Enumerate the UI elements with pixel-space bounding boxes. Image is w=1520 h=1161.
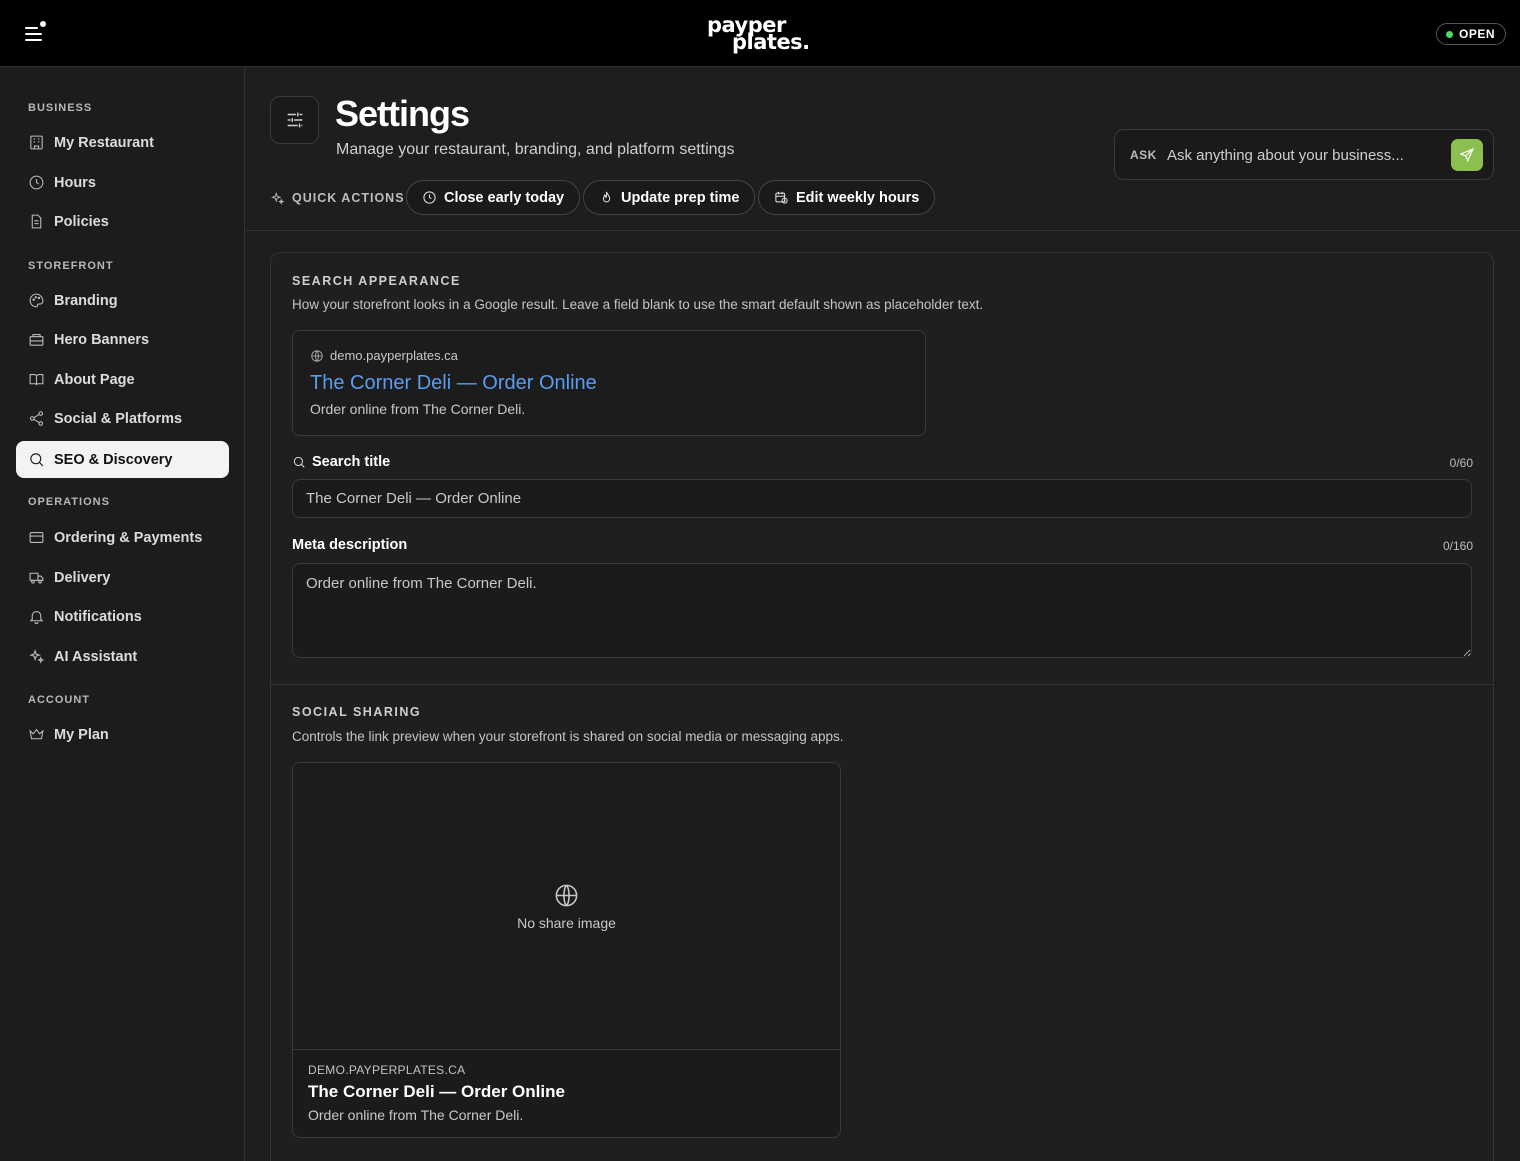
section-divider	[271, 684, 1493, 685]
update-prep-time-button[interactable]: Update prep time	[583, 180, 756, 215]
crown-icon	[29, 728, 44, 740]
share-icon	[29, 411, 44, 426]
sidebar-section-storefront: STOREFRONT	[28, 260, 114, 272]
bell-icon	[29, 611, 44, 625]
sidebar-item-hours[interactable]: Hours	[16, 164, 229, 201]
sparkles-icon	[271, 191, 285, 205]
truck-icon	[29, 572, 44, 584]
calendar-clock-icon	[775, 191, 788, 204]
send-button[interactable]	[1451, 139, 1483, 171]
ask-label: ASK	[1130, 148, 1157, 162]
header-divider	[246, 230, 1520, 231]
menu-icon[interactable]	[20, 18, 50, 48]
no-share-image-text: No share image	[517, 914, 616, 931]
building-icon	[30, 135, 43, 150]
sidebar-item-policies[interactable]: Policies	[16, 203, 229, 240]
clock-icon	[29, 175, 44, 190]
sidebar-section-account: ACCOUNT	[28, 694, 90, 706]
globe-icon	[555, 884, 578, 906]
sidebar-item-delivery[interactable]: Delivery	[16, 559, 229, 596]
search-icon	[293, 456, 305, 468]
social-sharing-description: Controls the link preview when your stor…	[292, 729, 844, 744]
sidebar-section-business: BUSINESS	[28, 102, 93, 114]
credit-card-icon	[29, 532, 44, 543]
sidebar-section-operations: OPERATIONS	[28, 496, 110, 508]
share-image-placeholder[interactable]: No share image	[293, 763, 840, 1050]
clock-icon	[423, 191, 436, 204]
status-label: OPEN	[1458, 27, 1495, 41]
top-bar: payper plates. OPEN	[0, 0, 1520, 67]
ask-input[interactable]	[1167, 140, 1445, 170]
sidebar-item-about-page[interactable]: About Page	[16, 361, 229, 398]
settings-sliders-icon	[270, 96, 319, 144]
palette-icon	[29, 293, 44, 308]
main-content: Settings Manage your restaurant, brandin…	[246, 68, 1520, 1161]
quick-actions-label: QUICK ACTIONS	[270, 188, 405, 208]
meta-description-counter: 0/160	[1442, 539, 1473, 553]
sparkles-icon	[29, 649, 45, 664]
seo-settings-card: SEARCH APPEARANCE How your storefront lo…	[270, 252, 1494, 1161]
sidebar-item-social-platforms[interactable]: Social & Platforms	[16, 400, 229, 437]
google-result-preview: demo.payperplates.ca The Corner Deli — O…	[292, 330, 926, 436]
status-dot-icon	[1445, 31, 1453, 38]
preview-title-link[interactable]: The Corner Deli — Order Online	[310, 372, 597, 395]
ask-assistant-box: ASK	[1114, 129, 1494, 180]
sidebar-item-seo-discovery[interactable]: SEO & Discovery	[16, 441, 229, 478]
sidebar-item-my-restaurant[interactable]: My Restaurant	[16, 124, 229, 161]
social-share-preview: No share image DEMO.PAYPERPLATES.CA The …	[292, 762, 841, 1138]
globe-icon	[311, 349, 323, 362]
share-domain: DEMO.PAYPERPLATES.CA	[308, 1063, 466, 1077]
search-title-counter: 0/60	[1449, 456, 1473, 470]
banner-icon	[29, 334, 44, 346]
page-subtitle: Manage your restaurant, branding, and pl…	[336, 141, 735, 158]
document-icon	[31, 214, 42, 229]
open-status-badge[interactable]: OPEN	[1435, 23, 1506, 45]
preview-description: Order online from The Corner Deli.	[310, 401, 526, 417]
logo[interactable]: payper plates.	[700, 13, 820, 57]
preview-url: demo.payperplates.ca	[310, 348, 458, 363]
send-icon	[1459, 147, 1475, 163]
page-title: Settings	[335, 93, 470, 134]
sidebar: BUSINESS My Restaurant Hours Policies ST…	[0, 68, 245, 1161]
sidebar-item-ordering-payments[interactable]: Ordering & Payments	[16, 519, 229, 556]
meta-description-label: Meta description	[292, 537, 408, 553]
search-title-input[interactable]	[292, 479, 1472, 518]
share-description: Order online from The Corner Deli.	[308, 1107, 524, 1123]
search-icon	[30, 453, 44, 467]
sidebar-item-hero-banners[interactable]: Hero Banners	[16, 321, 229, 358]
edit-weekly-hours-button[interactable]: Edit weekly hours	[758, 180, 936, 215]
close-early-today-button[interactable]: Close early today	[406, 180, 581, 215]
search-appearance-title: SEARCH APPEARANCE	[292, 274, 461, 288]
social-sharing-title: SOCIAL SHARING	[292, 705, 422, 719]
book-icon	[29, 374, 44, 386]
search-title-label: Search title	[292, 454, 390, 470]
meta-description-input[interactable]	[292, 563, 1472, 658]
sidebar-item-notifications[interactable]: Notifications	[16, 598, 229, 635]
sidebar-item-ai-assistant[interactable]: AI Assistant	[16, 638, 229, 675]
sidebar-item-branding[interactable]: Branding	[16, 282, 229, 319]
flame-icon	[602, 191, 611, 203]
sidebar-item-my-plan[interactable]: My Plan	[16, 716, 229, 753]
search-appearance-description: How your storefront looks in a Google re…	[292, 297, 984, 312]
share-title: The Corner Deli — Order Online	[308, 1082, 565, 1101]
